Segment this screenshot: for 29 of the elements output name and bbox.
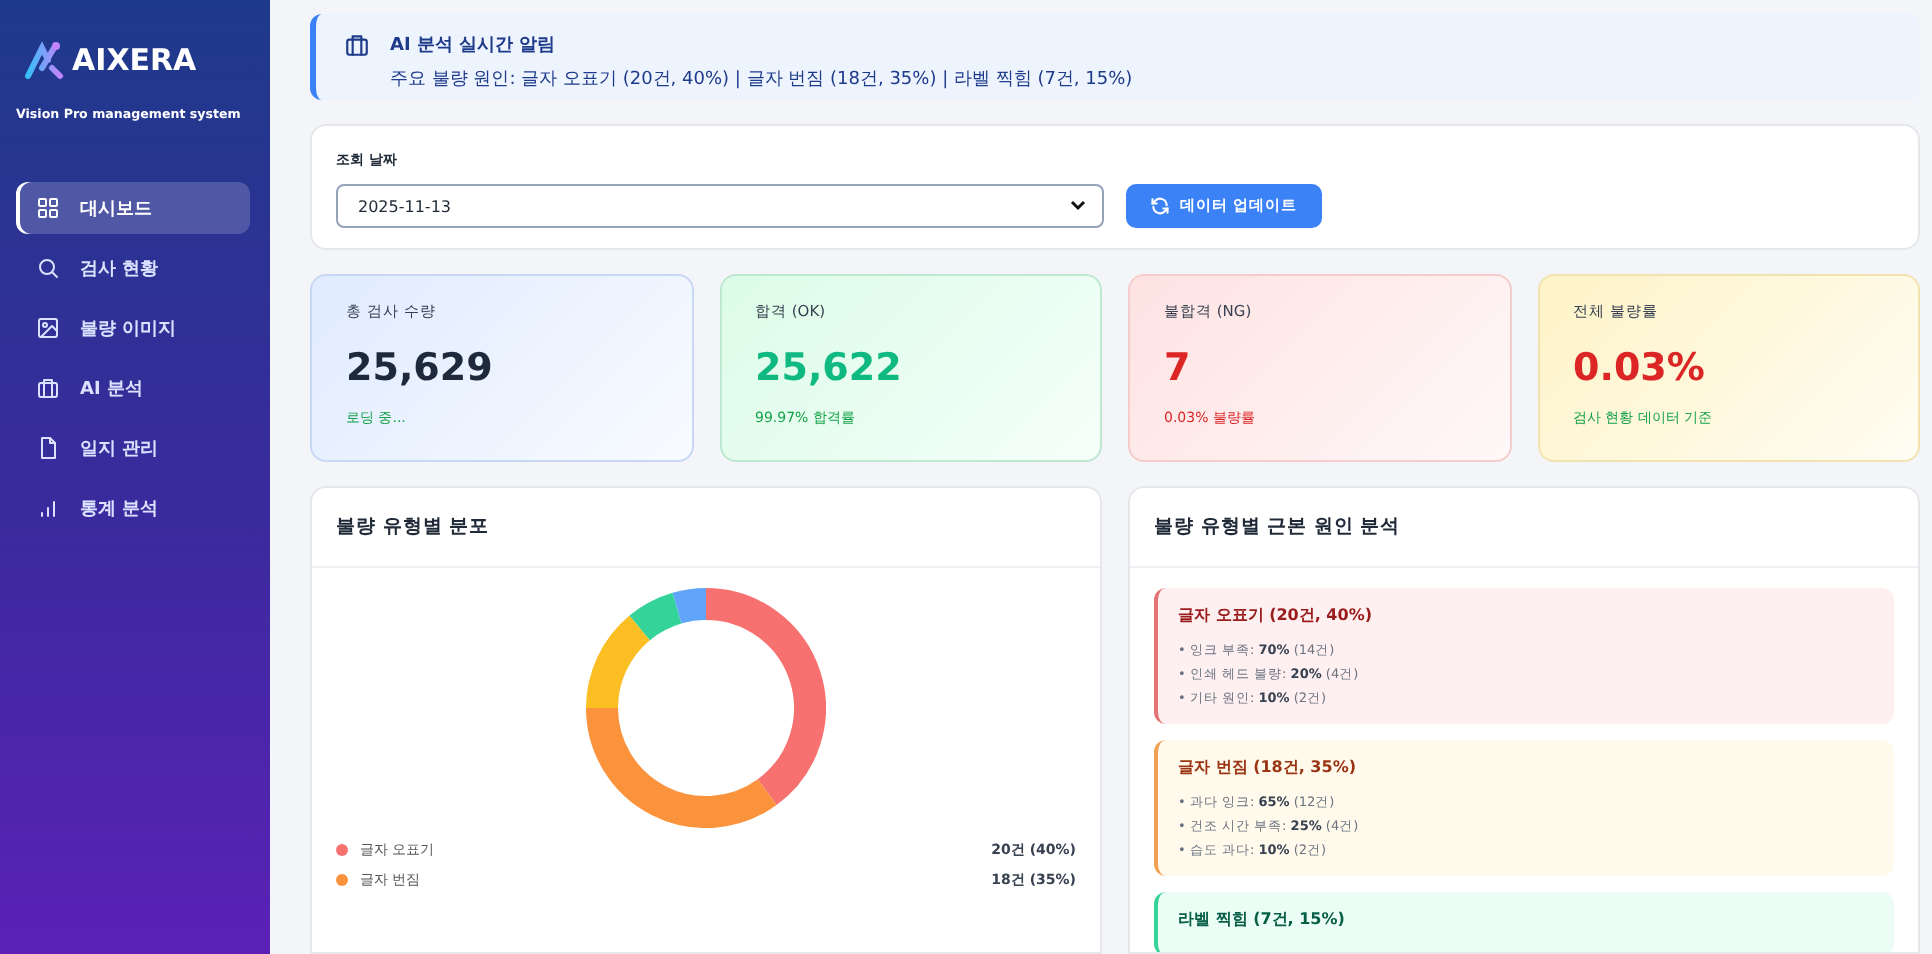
- stat-value: 25,622: [755, 346, 904, 390]
- sidebar-item[interactable]: 대시보드: [16, 182, 250, 234]
- panel-title: 불량 유형별 분포: [312, 488, 1100, 568]
- cause-title: 글자 번짐 (18건, 35%): [1178, 756, 1358, 778]
- date-select[interactable]: 2025-11-13: [336, 184, 1104, 228]
- stat-value: 7: [1164, 346, 1193, 390]
- image-icon: [36, 316, 60, 340]
- alert-title: AI 분석 실시간 알림: [390, 34, 558, 58]
- stat-value: 0.03%: [1573, 346, 1707, 390]
- sidebar-item[interactable]: 검사 현황: [16, 242, 250, 294]
- sidebar-item[interactable]: AI 분석: [16, 362, 250, 414]
- briefcase-icon: [36, 376, 60, 400]
- search-icon: [36, 256, 60, 280]
- panel-title: 불량 유형별 근본 원인 분석: [1130, 488, 1918, 568]
- cause-title: 글자 오표기 (20건, 40%): [1178, 604, 1374, 626]
- sidebar-item[interactable]: 통계 분석: [16, 482, 250, 534]
- alert-message: 주요 불량 원인: 글자 오표기 (20건, 40%) | 글자 번짐 (18건, 35%) | 라벨 찍힘 (7건, 15%): [390, 68, 1133, 92]
- bar-chart-icon: [36, 496, 60, 520]
- stat-value: 25,629: [346, 346, 495, 390]
- logo-text: AIXERA: [72, 42, 197, 78]
- sidebar-item[interactable]: 일지 관리: [16, 422, 250, 474]
- refresh-icon: [1150, 196, 1170, 216]
- cause-title: 라벨 찍힘 (7건, 15%): [1178, 908, 1347, 930]
- chevron-icon: [1070, 200, 1086, 212]
- logo-icon: [24, 40, 64, 80]
- sidebar-item[interactable]: 불량 이미지: [16, 302, 250, 354]
- briefcase-icon: [344, 32, 370, 58]
- grid-icon: [36, 196, 60, 220]
- document-icon: [36, 436, 60, 460]
